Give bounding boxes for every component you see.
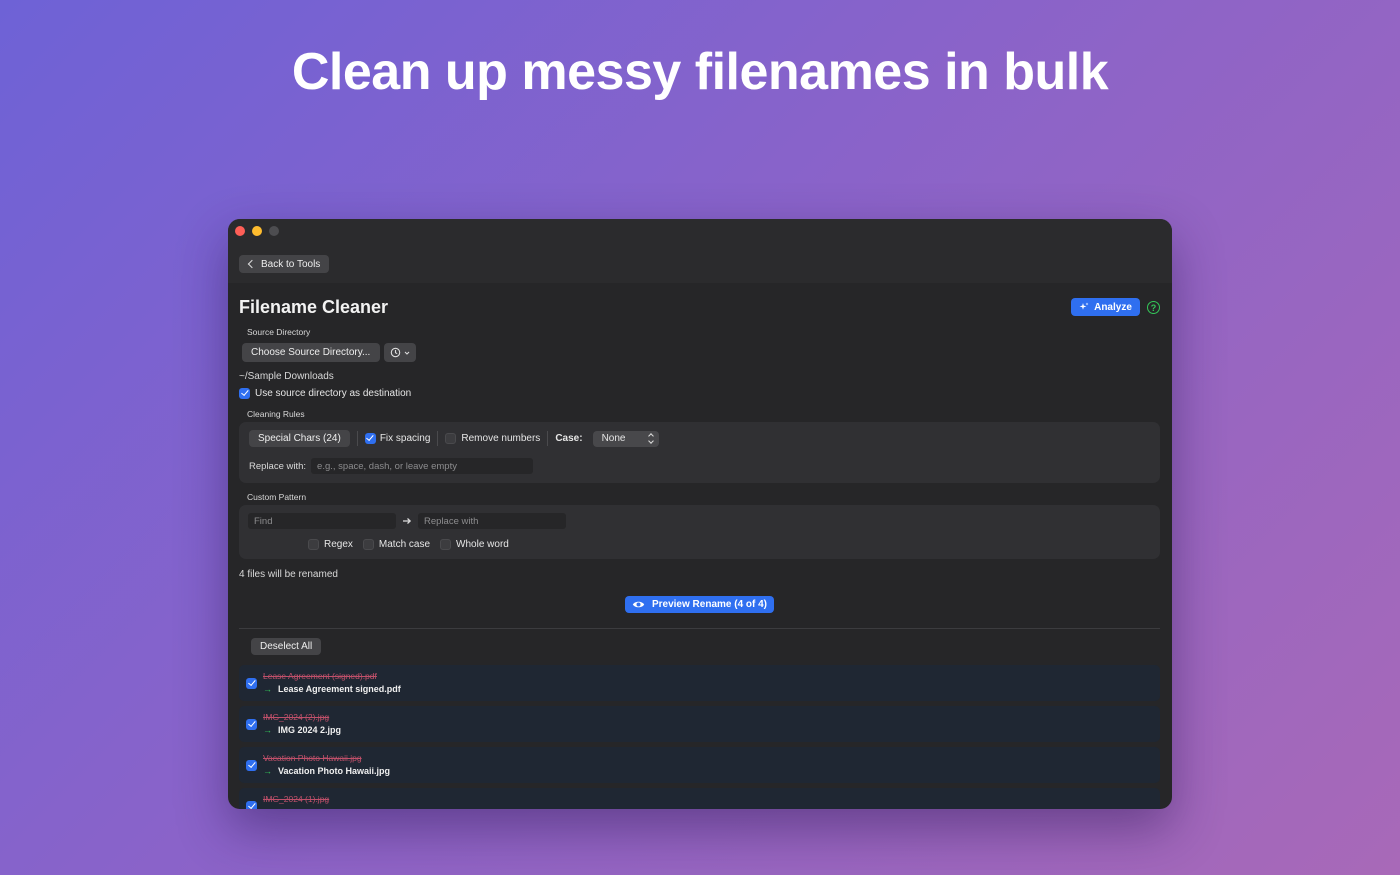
custom-pattern-panel: Find Replace with Regex Match case Whole [239,505,1160,559]
use-source-as-destination-row[interactable]: Use source directory as destination [239,388,411,399]
whole-word-checkbox[interactable] [440,539,452,550]
choose-source-directory-button[interactable]: Choose Source Directory... [242,343,380,362]
regex-checkbox[interactable] [308,539,319,550]
regex-toggle[interactable]: Regex [308,539,353,550]
source-directory-label: Source Directory [247,327,311,337]
new-filename: Vacation Photo Hawaii.jpg [278,766,391,776]
remove-numbers-toggle[interactable]: Remove numbers [445,433,540,444]
sparkles-icon [1079,302,1089,310]
replace-with-row: Replace with: e.g., space, dash, or leav… [249,458,534,474]
up-down-chevron-icon [647,433,654,444]
arrow-right-icon: → [263,725,272,735]
rename-count: 4 files will be renamed [239,569,338,580]
analyze-button[interactable]: Analyze [1071,298,1140,316]
remove-numbers-label: Remove numbers [461,433,541,444]
window-controls [235,226,279,236]
new-filename-line: → Vacation Photo Hawaii.jpg [263,766,390,776]
new-filename-line: → IMG 2024 2.jpg [263,725,341,735]
page-title: Filename Cleaner [239,297,389,317]
file-checkbox[interactable] [246,719,257,730]
hero-headline: Clean up messy filenames in bulk [291,43,1109,101]
back-button-label: Back to Tools [261,258,321,270]
zoom-window-button[interactable] [269,226,279,236]
arrow-right-icon: → [263,766,272,776]
back-to-tools-button[interactable]: Back to Tools [239,255,330,273]
file-checkbox[interactable] [246,801,257,809]
main-content: Filename Cleaner Analyze ? Source Direct… [228,283,1172,809]
case-select-value: None [601,433,626,444]
arrow-right-icon: → [263,684,272,694]
analyze-label: Analyze [1094,301,1132,313]
title-bar: Back to Tools [228,219,1172,283]
new-filename: IMG 2024 2.jpg [278,725,342,735]
regex-label: Regex [324,539,353,550]
recent-directories-button[interactable] [384,343,416,362]
new-filename-line: → Lease Agreement signed.pdf [263,684,401,694]
rules-row: Special Chars (24) Fix spacing Remove nu… [249,430,659,447]
match-case-checkbox[interactable] [362,539,374,550]
original-filename: IMG_2024 (2).jpg [263,712,330,722]
minimize-window-button[interactable] [252,226,262,236]
preview-rename-label: Preview Rename (4 of 4) [651,599,768,610]
case-select[interactable]: None [592,430,659,447]
original-filename: Lease Agreement (signed).pdf [263,671,377,681]
divider [437,431,439,446]
special-chars-button[interactable]: Special Chars (24) [249,430,350,447]
use-source-as-destination-checkbox[interactable] [239,388,250,399]
arrow-right-icon [403,518,412,524]
case-label: Case: [555,433,583,444]
preview-rename-button[interactable]: Preview Rename (4 of 4) [625,596,774,613]
chevron-left-icon [247,259,257,269]
divider [547,431,549,446]
source-path: ~/Sample Downloads [239,371,334,382]
file-row[interactable]: Vacation Photo Hawaii.jpg → Vacation Pho… [239,747,1160,783]
file-checkbox[interactable] [246,760,257,771]
source-directory-controls: Choose Source Directory... [242,343,416,362]
match-case-toggle[interactable]: Match case [362,539,431,550]
find-input[interactable]: Find [248,513,396,529]
close-window-button[interactable] [235,226,245,236]
file-row[interactable]: IMG_2024 (1).jpg [239,788,1160,809]
pattern-replace-input[interactable]: Replace with [418,513,566,529]
fix-spacing-label: Fix spacing [379,433,431,444]
cleaning-rules-panel: Special Chars (24) Fix spacing Remove nu… [239,422,1160,483]
fix-spacing-checkbox[interactable] [364,433,376,444]
find-replace-row: Find Replace with [248,513,566,529]
original-filename: IMG_2024 (1).jpg [263,794,330,804]
chevron-down-icon [404,351,410,355]
use-source-as-destination-label: Use source directory as destination [255,388,412,399]
section-divider [239,628,1160,629]
original-filename: Vacation Photo Hawaii.jpg [263,753,362,763]
match-case-label: Match case [378,539,431,550]
eye-icon [632,601,645,608]
pattern-options-row: Regex Match case Whole word [308,539,509,550]
file-row[interactable]: Lease Agreement (signed).pdf → Lease Agr… [239,665,1160,701]
fix-spacing-toggle[interactable]: Fix spacing [364,433,431,444]
app-window: Back to Tools Filename Cleaner Analyze ?… [228,219,1172,809]
whole-word-toggle[interactable]: Whole word [440,539,509,550]
divider [356,431,358,446]
history-icon [390,347,401,358]
whole-word-label: Whole word [456,539,509,550]
file-checkbox[interactable] [246,678,257,689]
cleaning-rules-label: Cleaning Rules [247,409,305,419]
deselect-all-button[interactable]: Deselect All [251,638,322,655]
file-row[interactable]: IMG_2024 (2).jpg → IMG 2024 2.jpg [239,706,1160,742]
help-icon[interactable]: ? [1147,301,1160,314]
replace-with-input[interactable]: e.g., space, dash, or leave empty [311,458,534,474]
remove-numbers-checkbox[interactable] [445,433,457,444]
new-filename: Lease Agreement signed.pdf [278,684,401,694]
replace-with-label: Replace with: [249,460,307,472]
custom-pattern-label: Custom Pattern [247,492,307,502]
